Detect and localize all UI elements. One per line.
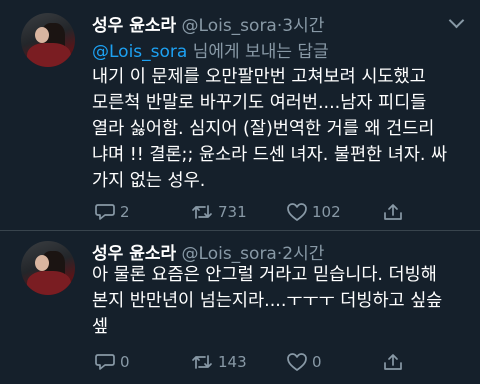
tweet-actions: 0 143 0 (92, 351, 464, 373)
tweet-header: 성우 윤소라 @Lois_sora·2시간 (92, 239, 324, 264)
share-button[interactable] (382, 351, 404, 373)
tweet-text-line: 본지 반만년이 넘는지라....ㅜㅜㅜ 더빙하고 싶슾 (92, 291, 443, 311)
tweet-actions: 2 731 102 (92, 201, 464, 223)
author-handle[interactable]: @Lois_sora (182, 244, 277, 264)
reply-icon (95, 354, 115, 370)
tweet-text-line: 모른척 반말로 바꾸기도 여러번....남자 피디들 (92, 93, 427, 113)
avatar-face (35, 27, 49, 43)
retweet-count: 731 (218, 203, 247, 221)
reply-button[interactable]: 0 (94, 351, 130, 373)
reply-context: @Lois_sora 님에게 보내는 답글 (92, 37, 329, 62)
retweet-button[interactable]: 731 (190, 201, 247, 223)
reply-count: 0 (120, 353, 130, 371)
tweet-text-line: 열라 싫어함. 심지어 (잘)번역한 거를 왜 건드리 (92, 119, 435, 139)
heart-icon (287, 353, 307, 371)
share-button[interactable] (382, 201, 404, 223)
chevron-down-icon[interactable] (448, 12, 465, 29)
like-button[interactable]: 102 (286, 201, 341, 223)
avatar-coat (27, 43, 71, 67)
reply-mention[interactable]: @Lois_sora (92, 42, 187, 62)
like-count: 102 (312, 203, 341, 221)
tweet-text-line: 냐며 !! 결론;; 윤소라 드센 녀자. 불편한 녀자. 싸 (92, 145, 448, 165)
tweet-time[interactable]: 3시간 (282, 16, 324, 36)
like-button[interactable]: 0 (286, 351, 322, 373)
heart-icon (287, 203, 307, 221)
tweet-text-line: 셒 (92, 317, 109, 337)
reply-button[interactable]: 2 (94, 201, 130, 223)
avatar-face (35, 255, 49, 271)
author-name[interactable]: 성우 윤소라 (92, 16, 176, 36)
reply-icon (95, 204, 115, 220)
share-icon (384, 354, 402, 370)
tweet-text-line: 아 물론 요즘은 안그럴 거라고 믿습니다. 더빙해 (92, 265, 437, 285)
tweet-text: 아 물론 요즘은 안그럴 거라고 믿습니다. 더빙해 본지 반만년이 넘는지라.… (92, 262, 464, 340)
tweet-text: 내기 이 문제를 오만팔만번 고쳐보려 시도했고 모른척 반말로 바꾸기도 여러… (92, 64, 464, 194)
author-handle[interactable]: @Lois_sora (182, 16, 277, 36)
tweet-header: 성우 윤소라 @Lois_sora·3시간 (92, 11, 324, 36)
retweet-icon (192, 355, 212, 369)
share-icon (384, 204, 402, 220)
tweet-text-line: 내기 이 문제를 오만팔만번 고쳐보려 시도했고 (92, 67, 426, 87)
tweet[interactable]: 성우 윤소라 @Lois_sora·3시간 @Lois_sora 님에게 보내는… (0, 0, 480, 231)
tweet-text-line: 가지 없는 성우. (92, 171, 206, 191)
like-count: 0 (312, 353, 322, 371)
tweet[interactable]: 성우 윤소라 @Lois_sora·2시간 아 물론 요즘은 안그럴 거라고 믿… (0, 231, 480, 384)
reply-count: 2 (120, 203, 130, 221)
avatar[interactable] (21, 13, 75, 67)
reply-context-label: 님에게 보내는 답글 (187, 42, 329, 62)
avatar-coat (27, 271, 71, 295)
retweet-icon (192, 205, 212, 219)
author-name[interactable]: 성우 윤소라 (92, 244, 176, 264)
retweet-button[interactable]: 143 (190, 351, 247, 373)
retweet-count: 143 (218, 353, 247, 371)
tweet-time[interactable]: 2시간 (282, 244, 324, 264)
avatar[interactable] (21, 241, 75, 295)
